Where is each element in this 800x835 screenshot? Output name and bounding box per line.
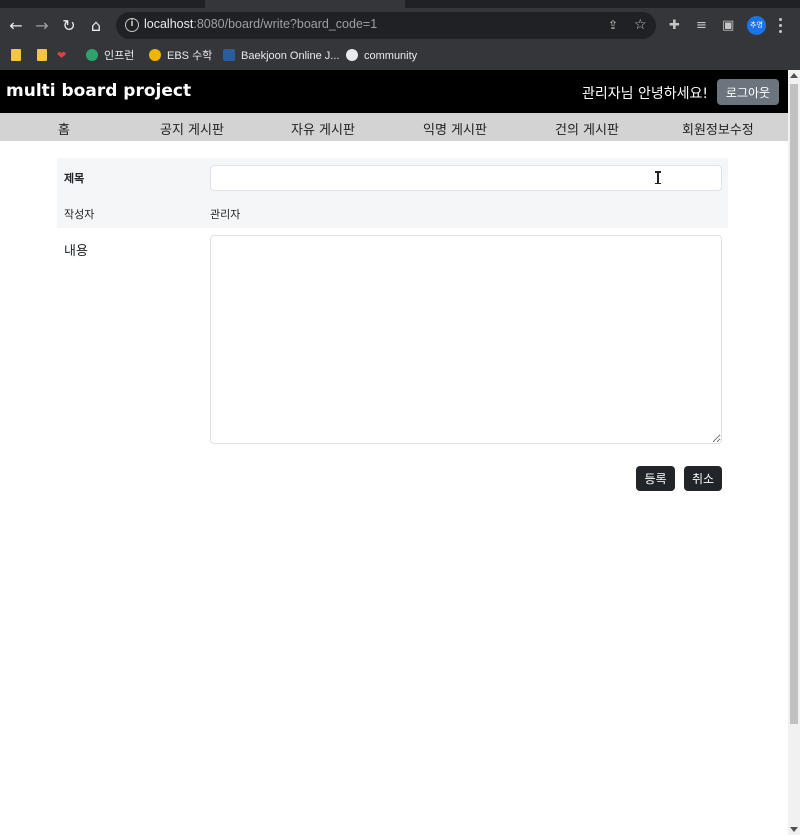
forward-arrow-icon[interactable]: → <box>33 17 51 35</box>
bookmarks-bar: ❤ 인프런 EBS 수학 Baekjoon Online J... commun… <box>0 43 800 70</box>
side-panel-icon[interactable]: ▣ <box>722 17 734 35</box>
menu-item-home[interactable]: 홈 <box>58 119 70 138</box>
scroll-up-arrow-icon[interactable] <box>790 73 798 78</box>
heart-icon: ❤ <box>57 50 67 62</box>
title-label: 제목 <box>64 172 85 185</box>
extensions-puzzle-icon[interactable]: ✚ <box>669 17 680 35</box>
scroll-down-arrow-icon[interactable] <box>790 827 798 832</box>
bookmark-label: Baekjoon Online J... <box>241 50 340 62</box>
bookmark-folder[interactable] <box>11 48 21 64</box>
bookmark-heart[interactable]: ❤ <box>57 48 66 64</box>
menu-item-suggestion-board[interactable]: 건의 게시판 <box>555 119 619 138</box>
writer-row: 작성자 관리자 <box>57 194 728 228</box>
menu-item-anonymous-board[interactable]: 익명 게시판 <box>423 119 487 138</box>
writer-value: 관리자 <box>210 208 241 221</box>
media-queue-icon[interactable]: ≡ <box>696 17 707 35</box>
user-greeting: 관리자님 안녕하세요! <box>582 86 708 102</box>
share-icon[interactable]: ⇪ <box>608 18 622 32</box>
bookmark-community[interactable]: community <box>346 48 417 64</box>
writer-label: 작성자 <box>64 208 95 221</box>
bookmark-label: EBS 수학 <box>167 50 213 62</box>
title-row: 제목 <box>57 158 728 194</box>
menu-item-free-board[interactable]: 자유 게시판 <box>291 119 355 138</box>
bookmark-baekjoon[interactable]: Baekjoon Online J... <box>223 48 339 64</box>
reload-icon[interactable]: ↻ <box>60 17 78 35</box>
menu-item-edit-profile[interactable]: 회원정보수정 <box>682 119 754 138</box>
page-scrollbar[interactable] <box>788 70 800 835</box>
home-icon[interactable]: ⌂ <box>87 17 105 35</box>
bookmark-label: 인프런 <box>104 50 135 62</box>
logout-button[interactable]: 로그아웃 <box>717 79 779 105</box>
baekjoon-icon <box>223 49 235 62</box>
folder-icon <box>11 49 21 62</box>
bookmark-label: community <box>364 50 418 62</box>
url-path: :8080/board/write?board_code=1 <box>193 17 378 31</box>
content-textarea[interactable] <box>210 235 722 444</box>
site-header: multi board project 관리자님 안녕하세요! 로그아웃 <box>0 70 788 113</box>
scroll-thumb[interactable] <box>790 84 798 724</box>
ebs-icon <box>149 49 161 62</box>
bookmark-inflearn[interactable]: 인프런 <box>86 48 134 64</box>
bookmark-ebs[interactable]: EBS 수학 <box>149 48 212 64</box>
submit-button[interactable]: 등록 <box>636 466 675 491</box>
browser-toolbar: ← → ↻ ⌂ i localhost:8080/board/write?boa… <box>0 8 800 43</box>
url-host: localhost <box>144 17 194 31</box>
title-input[interactable] <box>210 165 722 191</box>
browser-menu-icon[interactable] <box>779 18 783 36</box>
main-menu: 홈 공지 게시판 자유 게시판 익명 게시판 건의 게시판 회원정보수정 <box>0 113 788 141</box>
site-info-icon[interactable]: i <box>125 18 139 32</box>
back-arrow-icon[interactable]: ← <box>7 17 25 35</box>
content-label: 내용 <box>64 244 88 259</box>
bookmark-folder[interactable] <box>37 48 47 64</box>
text-cursor-icon <box>655 171 661 184</box>
page-viewport: multi board project 관리자님 안녕하세요! 로그아웃 홈 공… <box>0 70 788 835</box>
globe-icon <box>346 49 358 62</box>
site-title[interactable]: multi board project <box>6 81 191 101</box>
active-tab[interactable] <box>205 0 405 8</box>
profile-avatar[interactable]: 추영 <box>747 16 766 35</box>
inflearn-icon <box>86 49 98 62</box>
bookmark-star-icon[interactable]: ☆ <box>634 16 647 34</box>
cancel-button[interactable]: 취소 <box>684 466 722 491</box>
address-url: localhost:8080/board/write?board_code=1 <box>144 17 377 31</box>
folder-icon <box>37 49 47 62</box>
address-bar[interactable]: i localhost:8080/board/write?board_code=… <box>116 12 656 39</box>
menu-item-notice-board[interactable]: 공지 게시판 <box>160 119 224 138</box>
